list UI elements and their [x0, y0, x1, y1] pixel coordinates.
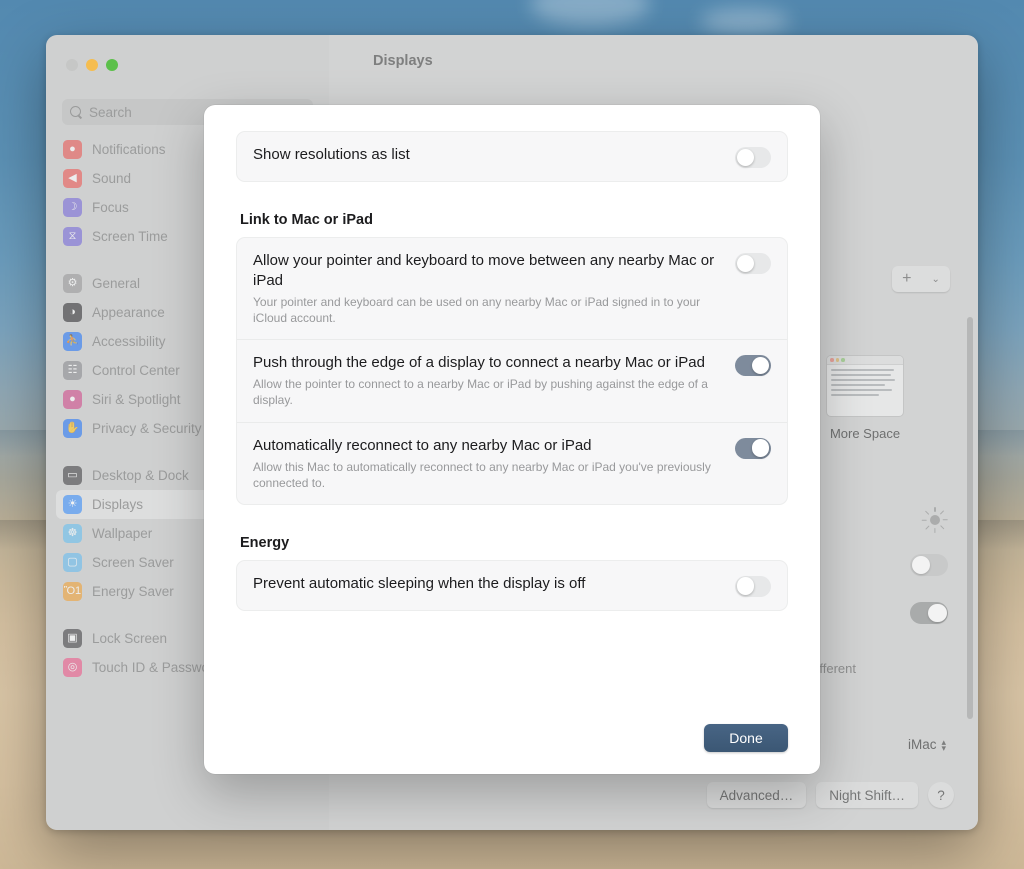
done-button[interactable]: Done	[704, 724, 788, 752]
add-display-button[interactable]: + ⌄	[892, 266, 950, 292]
setting-description: Your pointer and keyboard can be used on…	[253, 294, 701, 326]
partial-label: fferent	[819, 661, 856, 676]
setting-texts: Push through the edge of a display to co…	[253, 353, 723, 408]
screen-saver-icon: ▢	[63, 553, 82, 572]
advanced-settings-sheet: Show resolutions as list Link to Mac or …	[204, 105, 820, 774]
resolution-preview-thumbnail	[826, 355, 904, 417]
moon-icon: ☽	[63, 198, 82, 217]
siri-icon: ●	[63, 390, 82, 409]
setting-title: Push through the edge of a display to co…	[253, 354, 705, 372]
setting-row[interactable]: Push through the edge of a display to co…	[237, 339, 787, 421]
settings-card: Allow your pointer and keyboard to move …	[236, 237, 788, 505]
thumbnail-text-lines	[827, 365, 903, 396]
sidebar-item-label: Wallpaper	[92, 526, 153, 541]
setting-row[interactable]: Prevent automatic sleeping when the disp…	[237, 561, 787, 610]
sidebar-item-label: Displays	[92, 497, 144, 512]
bell-icon: ●	[63, 140, 82, 159]
sheet-sections: Link to Mac or iPad Allow your pointer an…	[236, 182, 788, 611]
setting-title: Allow your pointer and keyboard to move …	[253, 252, 715, 289]
advanced-button[interactable]: Advanced…	[706, 782, 807, 808]
cloud-shape	[530, 0, 650, 26]
sidebar-item-label: Energy Saver	[92, 584, 174, 599]
stepper-icon: ▴ ▾	[941, 736, 946, 753]
setting-texts: Prevent automatic sleeping when the disp…	[253, 574, 723, 594]
resolution-label: More Space	[829, 426, 901, 441]
bottom-button-bar: Advanced… Night Shift… ?	[706, 782, 954, 808]
control-center-icon: ☷	[63, 361, 82, 380]
maximize-button[interactable]	[106, 59, 118, 71]
thumbnail-titlebar	[827, 356, 903, 365]
setting-toggle[interactable]	[735, 355, 771, 377]
sidebar-item-label: Siri & Spotlight	[92, 392, 181, 407]
show-resolutions-card: Show resolutions as list	[236, 131, 788, 182]
desktop-dock-icon: ▭	[63, 466, 82, 485]
sidebar-item-label: General	[92, 276, 141, 291]
setting-texts: Automatically reconnect to any nearby Ma…	[253, 436, 723, 491]
window-traffic-lights	[46, 49, 329, 87]
sidebar-item-label: Screen Time	[92, 229, 168, 244]
brightness-icon	[921, 507, 948, 533]
content-header: Displays	[329, 35, 978, 87]
sidebar-item-label: Appearance	[92, 305, 165, 320]
sidebar-item-label: Sound	[92, 171, 132, 186]
displays-icon: ☀	[63, 495, 82, 514]
close-button[interactable]	[66, 59, 78, 71]
accessibility-icon: ⛹	[63, 332, 82, 351]
minimize-button[interactable]	[86, 59, 98, 71]
search-placeholder: Search	[89, 104, 132, 120]
appearance-icon: ◑	[63, 303, 82, 322]
setting-row[interactable]: Allow your pointer and keyboard to move …	[237, 238, 787, 339]
content-scrollbar[interactable]	[967, 317, 973, 719]
cloud-shape	[700, 8, 790, 34]
lightbulb-icon: Ὂ1	[63, 582, 82, 601]
background-toggle[interactable]	[910, 602, 948, 624]
sidebar-item-label: Desktop & Dock	[92, 468, 189, 483]
plus-icon: +	[902, 270, 912, 287]
lock-screen-icon: ▣	[63, 629, 82, 648]
sidebar-item-label: Control Center	[92, 363, 180, 378]
chevron-down-icon: ⌄	[931, 273, 940, 285]
section-heading: Link to Mac or iPad	[240, 212, 373, 228]
sidebar-item-label: Privacy & Security	[92, 421, 202, 436]
sheet-footer: Done	[236, 724, 788, 774]
hand-icon: ✋	[63, 419, 82, 438]
page-title: Displays	[373, 53, 433, 69]
setting-toggle[interactable]	[735, 437, 771, 459]
setting-row[interactable]: Automatically reconnect to any nearby Ma…	[237, 421, 787, 504]
search-icon	[70, 105, 83, 119]
sidebar-item-label: Notifications	[92, 142, 166, 157]
setting-toggle[interactable]	[735, 253, 771, 274]
section-heading: Energy	[240, 534, 290, 551]
setting-description: Allow this Mac to automatically reconnec…	[253, 459, 711, 490]
setting-title: Prevent automatic sleeping when the disp…	[253, 574, 586, 592]
setting-title: Automatically reconnect to any nearby Ma…	[253, 436, 592, 454]
setting-row[interactable]: Show resolutions as list	[237, 132, 787, 181]
night-shift-button[interactable]: Night Shift…	[816, 782, 918, 808]
speaker-icon: ◀	[63, 169, 82, 188]
sidebar-item-label: Lock Screen	[92, 631, 168, 646]
sidebar-item-label: Screen Saver	[92, 555, 174, 570]
help-button[interactable]: ?	[928, 782, 954, 808]
display-select-popup[interactable]: iMac ▴ ▾	[908, 737, 946, 752]
setting-title: Show resolutions as list	[253, 146, 410, 163]
background-toggle[interactable]	[910, 554, 948, 576]
wallpaper-icon: ☸	[63, 524, 82, 543]
resolution-option[interactable]: More Space	[810, 355, 920, 441]
show-resolutions-toggle[interactable]	[735, 147, 771, 168]
touch-id-icon: ◎	[63, 658, 82, 677]
setting-description: Allow the pointer to connect to a nearby…	[253, 377, 708, 408]
display-select-value: iMac	[907, 737, 937, 752]
setting-texts: Allow your pointer and keyboard to move …	[253, 251, 723, 326]
setting-toggle[interactable]	[735, 575, 771, 597]
hourglass-icon: ⧖	[63, 227, 82, 246]
sidebar-item-label: Focus	[92, 200, 129, 215]
desktop-wallpaper: Search ● Notifications ◀ Sound ☽ Focus ⧖ Screen…	[0, 0, 1024, 869]
sidebar-item-label: Accessibility	[92, 334, 166, 349]
gear-icon: ⚙	[63, 274, 82, 293]
settings-card: Prevent automatic sleeping when the disp…	[236, 559, 788, 611]
sidebar-item-label: Touch ID & Password	[92, 660, 222, 675]
